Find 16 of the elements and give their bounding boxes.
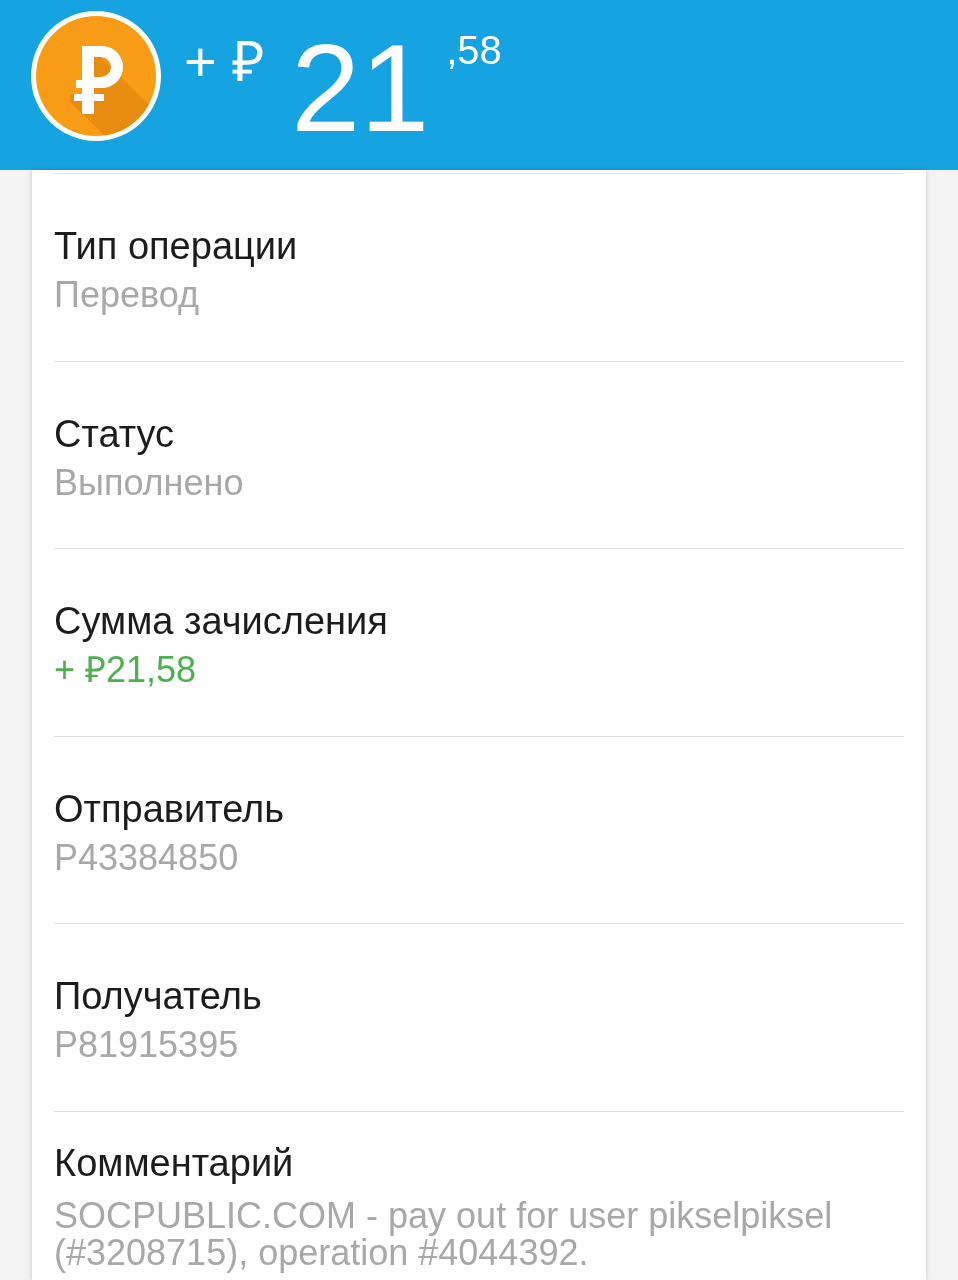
amount-whole: 21 [291, 26, 430, 150]
detail-label: Тип операции [54, 224, 299, 268]
detail-value: P43384850 [54, 835, 240, 880]
amount-value: + ₽21,58 [54, 648, 198, 693]
detail-value: Перевод [54, 273, 200, 317]
comment-text: SOCPUBLIC.COM - pay out for user pikselpiksel (#3208715), operation #4044392. [54, 1196, 834, 1271]
detail-label: Отправитель [54, 786, 286, 831]
amount-sign: + ₽ [184, 34, 266, 90]
detail-label: Получатель [54, 974, 263, 1019]
detail-label: Сумма зачисления [54, 599, 389, 644]
detail-label: Статус [54, 411, 176, 456]
detail-value: Выполнено [54, 460, 245, 505]
detail-value: P81915395 [54, 1023, 240, 1068]
detail-label: Комментарий [54, 1140, 295, 1185]
ruble-coin-icon [30, 10, 162, 142]
amount-fraction: ,58 [446, 30, 502, 70]
